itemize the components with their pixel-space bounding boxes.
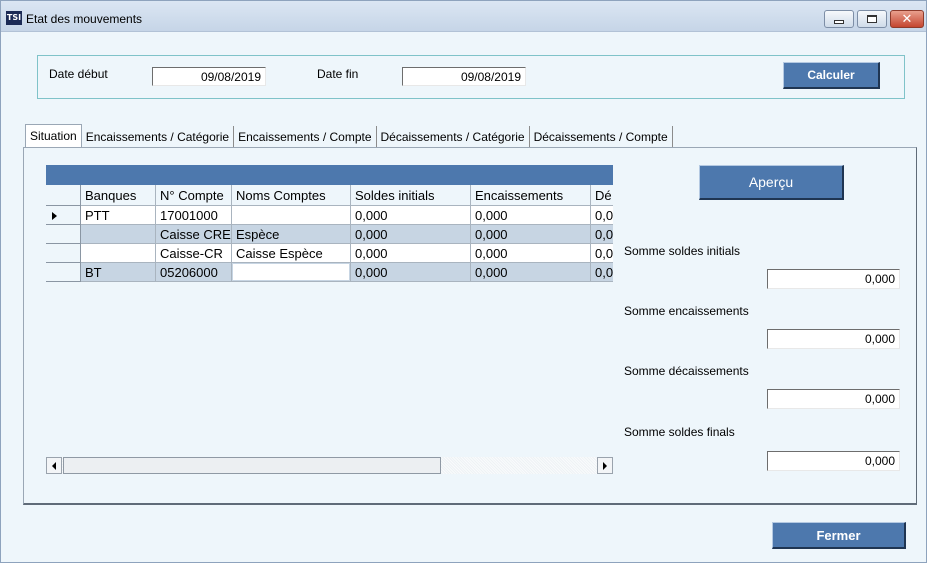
window: TSI Etat des mouvements ✕ Date début 09/… (0, 0, 927, 563)
payments-total-field: 0,000 (767, 389, 900, 409)
minimize-button[interactable] (824, 10, 854, 28)
maximize-button[interactable] (857, 10, 887, 28)
cell-encaissement[interactable]: 0,000 (471, 206, 591, 225)
close-window-button[interactable]: ✕ (890, 10, 924, 28)
column-header-decaissements[interactable]: Dé (591, 185, 613, 206)
cell-solde[interactable]: 0,000 (351, 244, 471, 263)
final-total-label: Somme soldes finals (624, 425, 735, 439)
column-header-banques[interactable]: Banques (81, 185, 156, 206)
maximize-icon (867, 15, 877, 23)
cell-encaissement[interactable]: 0,000 (471, 263, 591, 282)
cell-compte[interactable]: 05206000 (156, 263, 232, 282)
cell-banque[interactable] (81, 244, 156, 263)
column-header-compte[interactable]: N° Compte (156, 185, 232, 206)
date-range-panel: Date début 09/08/2019 Date fin 09/08/201… (37, 55, 905, 99)
tab-encaissements-categorie[interactable]: Encaissements / Catégorie (81, 126, 235, 148)
table-row[interactable]: Caisse CRE Espèce 0,000 0,000 0,0 (46, 225, 613, 244)
cell-banque[interactable] (81, 225, 156, 244)
start-date-field[interactable]: 09/08/2019 (152, 67, 266, 86)
payments-total-label: Somme décaissements (624, 364, 749, 378)
close-button[interactable]: Fermer (772, 522, 906, 549)
column-header-noms[interactable]: Noms Comptes (232, 185, 351, 206)
scroll-left-button[interactable] (46, 457, 62, 474)
column-header-soldes[interactable]: Soldes initials (351, 185, 471, 206)
calculate-button[interactable]: Calculer (783, 62, 880, 89)
cell-nom[interactable]: Espèce (232, 225, 351, 244)
scrollbar-thumb[interactable] (63, 457, 441, 474)
tab-situation[interactable]: Situation (25, 124, 82, 147)
horizontal-scrollbar[interactable] (46, 457, 613, 474)
preview-button[interactable]: Aperçu (699, 165, 844, 200)
title-bar: TSI Etat des mouvements ✕ (1, 1, 926, 32)
column-header-encaissements[interactable]: Encaissements (471, 185, 591, 206)
final-total-field: 0,000 (767, 451, 900, 471)
cell-compte[interactable]: Caisse-CR (156, 244, 232, 263)
table-row[interactable]: BT 05206000 0,000 0,000 0,0 (46, 263, 613, 282)
end-date-field[interactable]: 09/08/2019 (402, 67, 526, 86)
grid-header-row: Banques N° Compte Noms Comptes Soldes in… (46, 185, 613, 206)
window-title: Etat des mouvements (26, 12, 143, 26)
receipts-total-label: Somme encaissements (624, 304, 749, 318)
cell-compte[interactable]: Caisse CRE (156, 225, 232, 244)
row-selector[interactable] (46, 263, 81, 282)
cell-decaissement[interactable]: 0,0 (591, 225, 613, 244)
initial-total-field: 0,000 (767, 269, 900, 289)
tab-decaissements-categorie[interactable]: Décaissements / Catégorie (376, 126, 530, 148)
cell-solde[interactable]: 0,000 (351, 206, 471, 225)
row-selector[interactable] (46, 244, 81, 263)
minimize-icon (834, 19, 844, 24)
row-selector[interactable] (46, 206, 81, 225)
cell-solde[interactable]: 0,000 (351, 263, 471, 282)
cell-encaissement[interactable]: 0,000 (471, 244, 591, 263)
app-icon: TSI (6, 11, 22, 25)
tab-bar: Situation Encaissements / Catégorie Enca… (25, 124, 673, 148)
cell-nom[interactable]: Caisse Espèce (232, 244, 351, 263)
scroll-right-button[interactable] (597, 457, 613, 474)
cell-decaissement[interactable]: 0,0 (591, 263, 613, 282)
arrow-right-icon (603, 461, 607, 470)
cell-decaissement[interactable]: 0,0 (591, 206, 613, 225)
start-date-label: Date début (49, 67, 108, 81)
grid-group-header (46, 165, 613, 185)
accounts-grid[interactable]: Banques N° Compte Noms Comptes Soldes in… (46, 185, 613, 283)
tab-decaissements-compte[interactable]: Décaissements / Compte (529, 126, 673, 148)
table-row[interactable]: Caisse-CR Caisse Espèce 0,000 0,000 0,0 (46, 244, 613, 263)
end-date-label: Date fin (317, 67, 359, 81)
cell-encaissement[interactable]: 0,000 (471, 225, 591, 244)
header-corner (46, 185, 81, 206)
row-selector[interactable] (46, 225, 81, 244)
tab-encaissements-compte[interactable]: Encaissements / Compte (234, 126, 377, 148)
cell-banque[interactable]: PTT (81, 206, 156, 225)
arrow-left-icon (52, 461, 56, 470)
cell-compte[interactable]: 17001000 (156, 206, 232, 225)
receipts-total-field: 0,000 (767, 329, 900, 349)
cell-decaissement[interactable]: 0,0 (591, 244, 613, 263)
cell-solde[interactable]: 0,000 (351, 225, 471, 244)
current-row-icon (52, 212, 57, 220)
cell-banque[interactable]: BT (81, 263, 156, 282)
cell-edit-box[interactable] (233, 264, 349, 280)
cell-nom[interactable] (232, 206, 351, 225)
table-row[interactable]: PTT 17001000 0,000 0,000 0,0 (46, 206, 613, 225)
initial-total-label: Somme soldes initials (624, 244, 741, 258)
close-icon: ✕ (901, 11, 913, 27)
